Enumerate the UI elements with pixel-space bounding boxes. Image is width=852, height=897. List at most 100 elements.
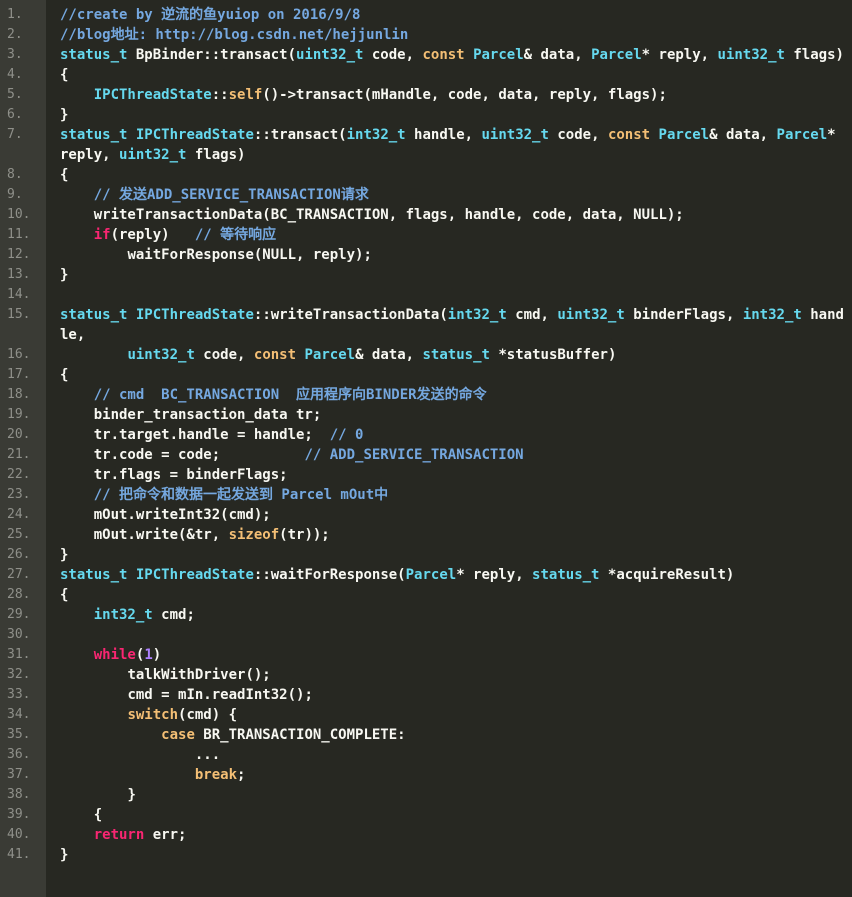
code-line: 37. break;: [0, 765, 852, 785]
code-token: uint32_t: [717, 47, 785, 63]
code-token: while: [93, 647, 136, 663]
code-token: ;: [237, 767, 246, 783]
code-text: // cmd BC_TRANSACTION 应用程序向BINDER发送的命令: [46, 385, 852, 405]
code-text: case BR_TRANSACTION_COMPLETE:: [46, 725, 852, 745]
code-line: 31. while(1): [0, 645, 852, 665]
code-token: status_t: [60, 47, 128, 63]
code-text: tr.target.handle = handle; // 0: [46, 425, 852, 445]
line-number: 4.: [0, 65, 46, 85]
code-token: IPCThreadState: [135, 567, 254, 583]
line-number: 31.: [0, 645, 46, 665]
code-text: writeTransactionData(BC_TRANSACTION, fla…: [46, 205, 852, 225]
line-number: 35.: [0, 725, 46, 745]
code-text: IPCThreadState::self()->transact(mHandle…: [46, 85, 852, 105]
code-token: tr.target.handle = handle;: [60, 427, 330, 443]
code-text: tr.code = code; // ADD_SERVICE_TRANSACTI…: [46, 445, 852, 465]
line-number: 11.: [0, 225, 46, 245]
code-line: 13.}: [0, 265, 852, 285]
code-token: Parcel: [591, 47, 642, 63]
code-text: // 发送ADD_SERVICE_TRANSACTION请求: [46, 185, 852, 205]
code-token: status_t: [60, 307, 128, 323]
code-text: int32_t cmd;: [46, 605, 852, 625]
code-line: 39. {: [0, 805, 852, 825]
code-comment: // cmd BC_TRANSACTION 应用程序向BINDER发送的命令: [60, 387, 487, 403]
code-token: code,: [194, 347, 254, 363]
code-token: mOut.writeInt32(cmd);: [60, 507, 271, 523]
line-number: 26.: [0, 545, 46, 565]
code-token: Parcel: [776, 127, 828, 143]
code-line: 29. int32_t cmd;: [0, 605, 852, 625]
code-comment: // ADD_SERVICE_TRANSACTION: [304, 447, 524, 463]
code-lines: 1. //create by 逆流的鱼yuiop on 2016/9/8 2. //b…: [0, 5, 852, 865]
code-token: Parcel: [473, 47, 524, 63]
code-text: mOut.write(&tr, sizeof(tr));: [46, 525, 852, 545]
code-line: 32. talkWithDriver();: [0, 665, 852, 685]
line-number: 8.: [0, 165, 46, 185]
line-number: 19.: [0, 405, 46, 425]
line-number: 38.: [0, 785, 46, 805]
code-text: {: [46, 65, 852, 85]
code-token: }: [60, 547, 69, 563]
line-number: 12.: [0, 245, 46, 265]
code-token: self: [228, 87, 263, 103]
code-text: uint32_t code, const Parcel& data, statu…: [46, 345, 852, 365]
code-line: 2. //blog地址: http://blog.csdn.net/hejjunl…: [0, 25, 852, 45]
line-number: 25.: [0, 525, 46, 545]
code-token: const: [607, 127, 651, 143]
code-text: waitForResponse(NULL, reply);: [46, 245, 852, 265]
code-token: uint32_t: [296, 47, 364, 63]
code-token: 1: [144, 647, 153, 663]
line-number: 23.: [0, 485, 46, 505]
code-text: cmd = mIn.readInt32();: [46, 685, 852, 705]
line-number: 27.: [0, 565, 46, 585]
code-token: status_t: [60, 567, 128, 583]
code-token: sizeof: [228, 527, 280, 543]
code-line: 26.}: [0, 545, 852, 565]
line-number: 13.: [0, 265, 46, 285]
code-token: uint32_t: [119, 147, 187, 163]
code-token: IPCThreadState: [135, 127, 254, 143]
line-number: 40.: [0, 825, 46, 845]
line-number: 16.: [0, 345, 46, 365]
code-token: flags): [186, 147, 246, 163]
code-token: Parcel: [304, 347, 356, 363]
code-line: 25. mOut.write(&tr, sizeof(tr));: [0, 525, 852, 545]
code-token: {: [60, 67, 69, 83]
code-token: {: [60, 587, 69, 603]
code-text: mOut.writeInt32(cmd);: [46, 505, 852, 525]
code-line: 30.: [0, 625, 852, 645]
code-token: }: [60, 107, 69, 123]
code-line: 9. // 发送ADD_SERVICE_TRANSACTION请求: [0, 185, 852, 205]
code-token: cmd = mIn.readInt32();: [60, 687, 313, 703]
line-number: 10.: [0, 205, 46, 225]
code-line: 15. status_t IPCThreadState::writeTransac…: [0, 305, 852, 345]
code-line: 28. {: [0, 585, 852, 605]
code-token: writeTransactionData(BC_TRANSACTION, fla…: [60, 207, 684, 223]
line-number: 33.: [0, 685, 46, 705]
code-line: 14.: [0, 285, 852, 305]
code-line: 7. status_t IPCThreadState::transact(int3…: [0, 125, 852, 165]
code-line: 40. return err;: [0, 825, 852, 845]
code-token: BpBinder::transact(: [127, 47, 297, 63]
code-editor[interactable]: 1. //create by 逆流的鱼yuiop on 2016/9/8 2. //b…: [0, 0, 852, 897]
code-text: // 把命令和数据一起发送到 Parcel mOut中: [46, 485, 852, 505]
code-token: const: [253, 347, 297, 363]
code-line: 35. case BR_TRANSACTION_COMPLETE:: [0, 725, 852, 745]
code-line: 12. waitForResponse(NULL, reply);: [0, 245, 852, 265]
code-token: int32_t: [447, 307, 507, 323]
code-text: binder_transaction_data tr;: [46, 405, 852, 425]
line-number: 1.: [0, 5, 46, 25]
code-token: cmd,: [506, 307, 558, 323]
code-token: tr.flags = binderFlags;: [60, 467, 288, 483]
code-token: (reply): [110, 227, 195, 243]
code-token: * reply,: [641, 47, 718, 63]
line-number: 14.: [0, 285, 46, 305]
line-number: 17.: [0, 365, 46, 385]
line-number: 37.: [0, 765, 46, 785]
